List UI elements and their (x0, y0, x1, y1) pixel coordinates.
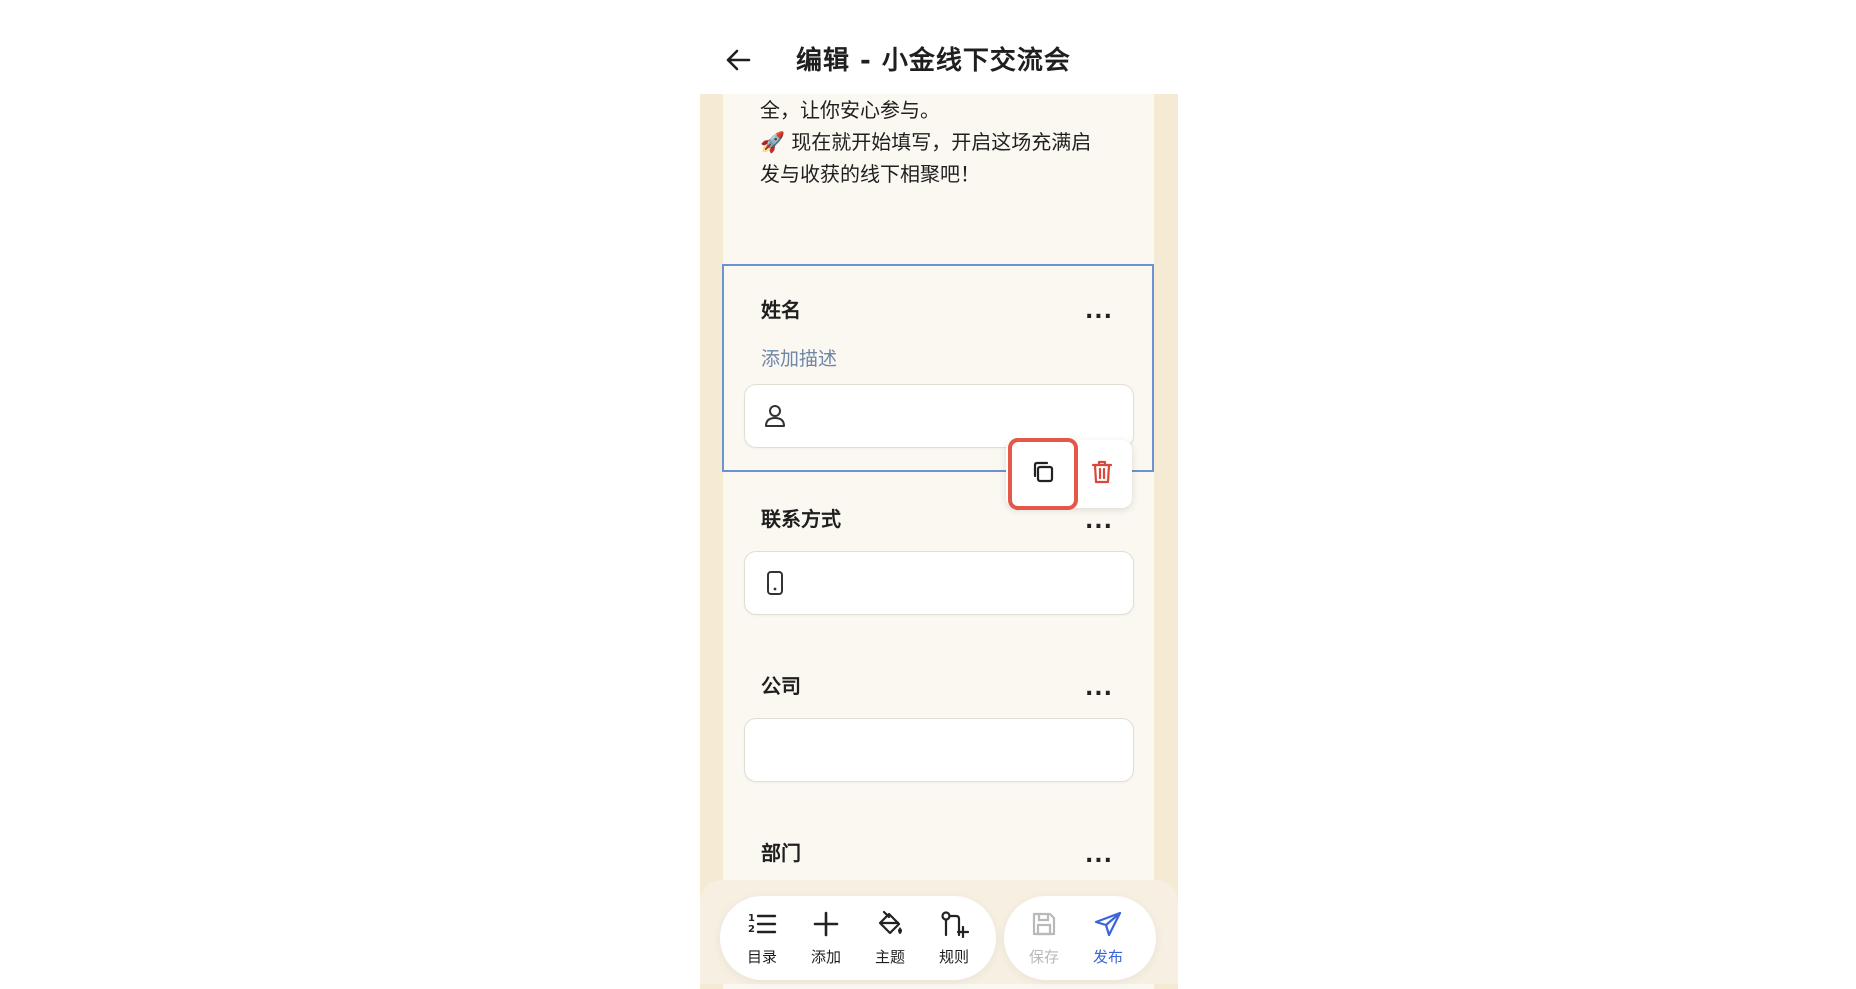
delete-field-button[interactable] (1080, 452, 1124, 496)
theme-label: 主题 (874, 947, 905, 966)
contact-input[interactable] (744, 551, 1134, 615)
status-bar (700, 0, 1180, 10)
header: 编辑 - 小金线下交流会 (700, 20, 1180, 94)
publish-button[interactable]: 发布 (1076, 896, 1140, 980)
name-input[interactable] (744, 384, 1134, 448)
paint-bucket-icon (875, 910, 905, 942)
copy-field-button[interactable] (1008, 438, 1078, 510)
page-title: 编辑 - 小金线下交流会 (796, 46, 1071, 76)
bottom-actions: 保存 发布 (1004, 896, 1156, 980)
save-label: 保存 (1028, 947, 1059, 966)
copy-icon (1030, 459, 1056, 489)
send-icon (1093, 910, 1123, 942)
field-title-department: 部门 (761, 841, 801, 865)
trash-icon (1090, 459, 1114, 489)
company-input[interactable] (744, 718, 1134, 782)
add-label: 添加 (810, 947, 841, 966)
add-description-link[interactable]: 添加描述 (761, 344, 837, 371)
intro-line: 发与收获的线下相聚吧！ (760, 162, 980, 186)
field-more-button[interactable]: ... (1079, 299, 1119, 324)
field-title-contact: 联系方式 (761, 507, 841, 531)
field-more-button[interactable]: ... (1079, 509, 1119, 534)
publish-label: 发布 (1092, 947, 1123, 966)
rule-branch-icon (939, 910, 970, 942)
save-button[interactable]: 保存 (1012, 896, 1076, 980)
person-icon (763, 403, 787, 433)
add-button[interactable]: 添加 (794, 896, 858, 980)
form-intro-text: 全，让你安心参与。 🚀 现在就开始填写，开启这场充满启 发与收获的线下相聚吧！ (760, 94, 1120, 190)
back-arrow-icon[interactable] (720, 42, 756, 78)
field-more-button[interactable]: ... (1079, 843, 1119, 868)
theme-button[interactable]: 主题 (858, 896, 922, 980)
plus-icon (812, 910, 840, 942)
intro-line: 🚀 现在就开始填写，开启这场充满启 (760, 130, 1092, 154)
rules-label: 规则 (938, 947, 969, 966)
intro-line: 全，让你安心参与。 (760, 98, 940, 122)
field-title-name: 姓名 (761, 298, 801, 322)
field-title-company: 公司 (761, 674, 801, 698)
list-ordered-icon: 1 2 (747, 910, 777, 942)
rules-button[interactable]: 规则 (922, 896, 986, 980)
toc-button[interactable]: 1 2 目录 (730, 896, 794, 980)
svg-text:2: 2 (748, 924, 755, 935)
phone-icon (763, 570, 787, 600)
toc-label: 目录 (746, 947, 777, 966)
save-icon (1030, 910, 1058, 942)
bottom-toolbar: 1 2 目录 添加 主题 规则 (720, 896, 996, 980)
svg-text:1: 1 (748, 913, 755, 924)
field-more-button[interactable]: ... (1079, 676, 1119, 701)
